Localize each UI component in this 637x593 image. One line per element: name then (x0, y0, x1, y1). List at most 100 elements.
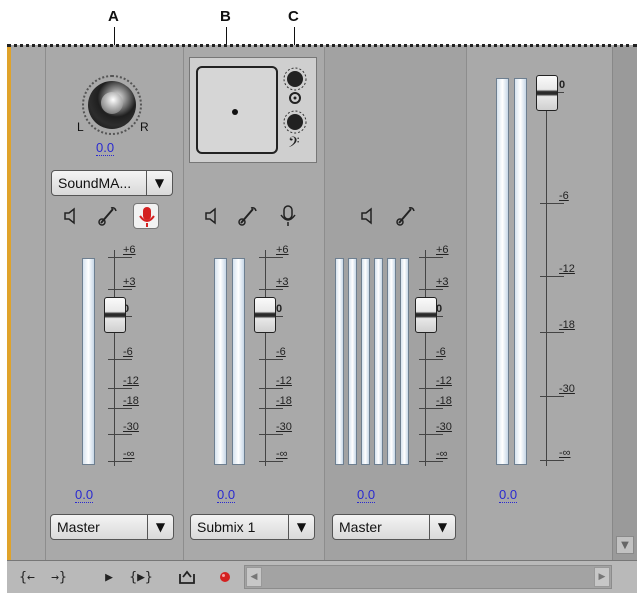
scale-label: -6 (123, 346, 133, 358)
scale-tick (259, 408, 283, 409)
callout-c: C (288, 8, 299, 25)
track1-volume-value[interactable]: 0.0 (75, 488, 94, 503)
scale-label: -6 (276, 346, 286, 358)
chevron-down-icon[interactable]: ▼ (146, 171, 172, 195)
track1-level-meter (82, 258, 95, 465)
mute-speaker-icon[interactable] (63, 207, 79, 225)
track2-output-dropdown[interactable]: Submix 1 ▼ (190, 514, 315, 540)
scale-label: -12 (276, 375, 292, 387)
record-icon[interactable] (218, 570, 232, 584)
scale-tick (419, 388, 443, 389)
column-divider (183, 47, 184, 560)
scale-tick (540, 203, 564, 204)
pan-left-label: L (77, 120, 84, 134)
play-icon[interactable]: ▶ (100, 566, 118, 588)
scale-label: -30 (436, 421, 452, 433)
scale-tick (419, 257, 443, 258)
track3-volume-fader[interactable] (415, 297, 437, 333)
horizontal-scrollbar[interactable] (244, 565, 612, 589)
track3-level-meter (374, 258, 383, 465)
loop-icon[interactable] (177, 568, 197, 586)
track3-output-dropdown[interactable]: Master ▼ (332, 514, 456, 540)
scale-tick (419, 289, 443, 290)
scale-label: -∞ (436, 448, 448, 460)
scale-tick (259, 434, 283, 435)
surround-pan-position[interactable] (232, 109, 238, 115)
scale-label: 0 (276, 303, 283, 315)
scale-label: +3 (123, 276, 136, 288)
track3-volume-value[interactable]: 0.0 (357, 488, 376, 503)
go-to-in-icon[interactable]: {← (14, 566, 40, 588)
scale-label: -12 (559, 263, 575, 275)
scale-line (546, 78, 547, 466)
chevron-down-icon[interactable]: ▼ (429, 515, 455, 539)
scale-label: -30 (123, 421, 139, 433)
scale-label: -18 (559, 319, 575, 331)
scale-label: -6 (559, 190, 569, 202)
track3-level-meter (348, 258, 357, 465)
center-speaker-icon (289, 92, 301, 104)
scale-label: +6 (436, 244, 449, 256)
scale-tick (419, 408, 443, 409)
scroll-right-arrow-icon[interactable]: ▶ (594, 567, 610, 587)
microphone-icon[interactable] (276, 204, 300, 228)
scale-label: 0 (559, 79, 566, 91)
scale-label: -∞ (559, 447, 571, 459)
pan-knob-cap (101, 92, 123, 114)
solo-headphone-icon[interactable] (237, 205, 259, 227)
scale-tick (540, 460, 564, 461)
scale-label: -12 (123, 375, 139, 387)
scale-tick (419, 461, 443, 462)
track1-volume-fader[interactable] (104, 297, 126, 333)
effect-dropdown[interactable]: SoundMA... ▼ (51, 170, 173, 196)
scroll-left-arrow-icon[interactable]: ◀ (246, 567, 262, 587)
track3-level-meter (361, 258, 370, 465)
scale-label: +6 (276, 244, 289, 256)
scroll-down-arrow-icon[interactable]: ▼ (616, 536, 634, 554)
pan-right-label: R (140, 120, 149, 134)
scale-label: -30 (559, 383, 575, 395)
track-color-strip (7, 47, 11, 560)
scale-label: -18 (436, 395, 452, 407)
scale-tick (108, 408, 132, 409)
column-divider (45, 47, 46, 560)
scale-tick (108, 461, 132, 462)
chevron-down-icon[interactable]: ▼ (288, 515, 314, 539)
master-volume-fader[interactable] (536, 75, 558, 111)
scale-label: -30 (276, 421, 292, 433)
mute-speaker-icon[interactable] (204, 207, 220, 225)
scale-label: -∞ (123, 448, 135, 460)
solo-headphone-icon[interactable] (97, 205, 119, 227)
scale-tick (259, 461, 283, 462)
go-to-out-icon[interactable]: →} (46, 566, 72, 588)
scale-label: -∞ (276, 448, 288, 460)
track2-volume-fader[interactable] (254, 297, 276, 333)
scale-tick (108, 257, 132, 258)
scale-tick (259, 388, 283, 389)
solo-headphone-icon[interactable] (395, 205, 417, 227)
pan-value[interactable]: 0.0 (96, 141, 115, 156)
mute-speaker-icon[interactable] (360, 207, 376, 225)
track1-output-dropdown[interactable]: Master ▼ (50, 514, 174, 540)
center-lfe-knobs: 𝄢 (283, 67, 307, 155)
record-enable-button[interactable] (133, 203, 159, 229)
scale-tick (259, 257, 283, 258)
scale-label: -18 (123, 395, 139, 407)
track2-level-meter-left (214, 258, 227, 465)
scale-label: -6 (436, 346, 446, 358)
panel-top-border (7, 44, 637, 47)
bass-clef-icon: 𝄢 (288, 134, 300, 155)
chevron-down-icon[interactable]: ▼ (147, 515, 173, 539)
master-volume-value[interactable]: 0.0 (499, 488, 518, 503)
track2-output-value: Submix 1 (197, 519, 256, 535)
scale-tick (108, 434, 132, 435)
scale-tick (108, 289, 132, 290)
effect-dropdown-value: SoundMA... (58, 175, 132, 191)
scale-tick (259, 289, 283, 290)
play-in-to-out-icon[interactable]: {▶} (124, 566, 158, 588)
callout-a: A (108, 8, 119, 25)
scale-tick (540, 396, 564, 397)
track2-volume-value[interactable]: 0.0 (217, 488, 236, 503)
vertical-scrollbar[interactable] (612, 47, 637, 560)
scale-tick (540, 276, 564, 277)
